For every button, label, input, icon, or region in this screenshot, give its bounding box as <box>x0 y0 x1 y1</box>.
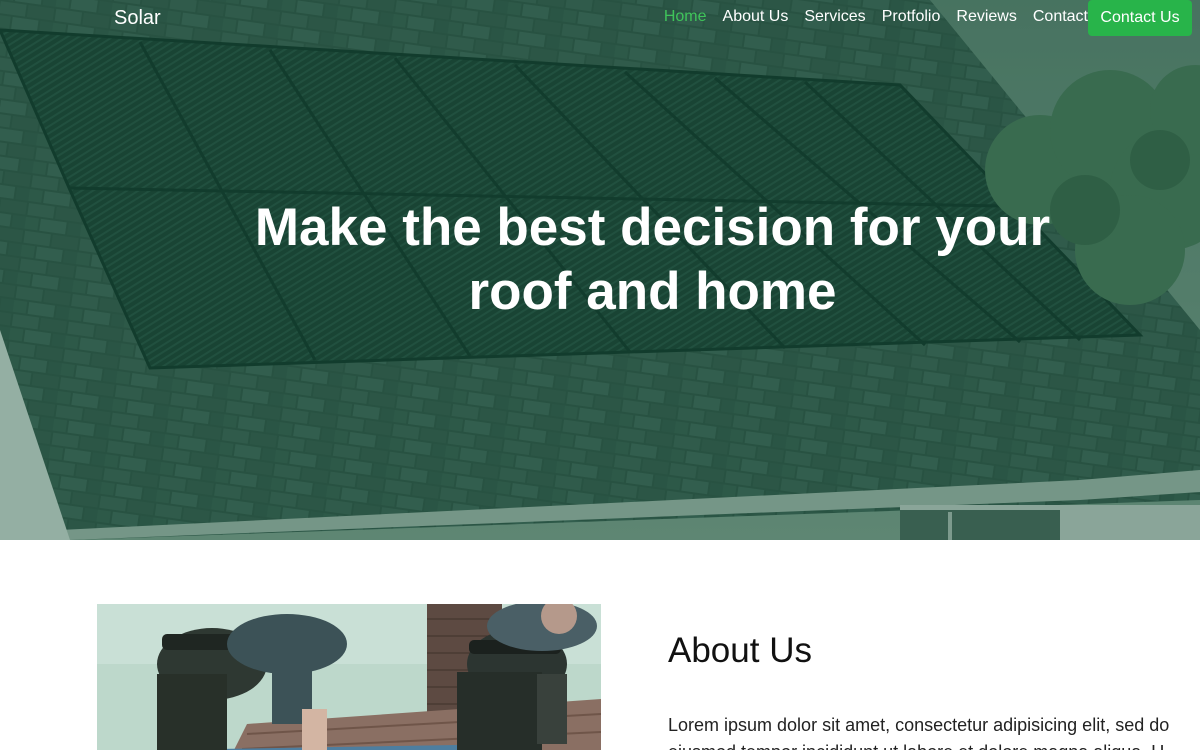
nav-link-home[interactable]: Home <box>664 8 707 25</box>
nav-item-reviews: Reviews <box>956 7 1016 27</box>
nav-link-contact[interactable]: Contact <box>1033 8 1088 25</box>
about-section: About Us Lorem ipsum dolor sit amet, con… <box>0 540 1200 750</box>
nav-links: Home About Us Services Protfolio Reviews… <box>664 7 1088 27</box>
brand-logo[interactable]: Solar <box>114 6 161 30</box>
hero-section: Solar Home About Us Services Protfolio R… <box>0 0 1200 540</box>
hero-title-line-1: Make the best decision for your <box>254 198 1051 257</box>
contact-us-button[interactable]: Contact Us <box>1088 0 1192 36</box>
nav-link-services[interactable]: Services <box>804 8 865 25</box>
about-paragraph: Lorem ipsum dolor sit amet, consectetur … <box>668 712 1200 750</box>
hero-title-line-2: roof and home <box>468 262 837 321</box>
nav-link-about-us[interactable]: About Us <box>723 8 789 25</box>
nav-item-about-us: About Us <box>723 7 789 27</box>
about-text-line-2: eiusmod tempor incididunt ut labore et d… <box>668 742 1164 750</box>
nav-link-portfolio[interactable]: Protfolio <box>882 8 941 25</box>
solar-installers-photo <box>97 604 601 750</box>
nav-link-reviews[interactable]: Reviews <box>956 8 1016 25</box>
nav-item-home: Home <box>664 7 707 27</box>
nav-item-contact: Contact <box>1033 7 1088 27</box>
nav-item-services: Services <box>804 7 865 27</box>
about-heading: About Us <box>668 631 812 670</box>
top-navbar: Solar Home About Us Services Protfolio R… <box>0 0 1200 36</box>
nav-item-portfolio: Protfolio <box>882 7 941 27</box>
about-text-line-1: Lorem ipsum dolor sit amet, consectetur … <box>668 715 1170 735</box>
hero-title: Make the best decision for your roof and… <box>230 196 1075 324</box>
